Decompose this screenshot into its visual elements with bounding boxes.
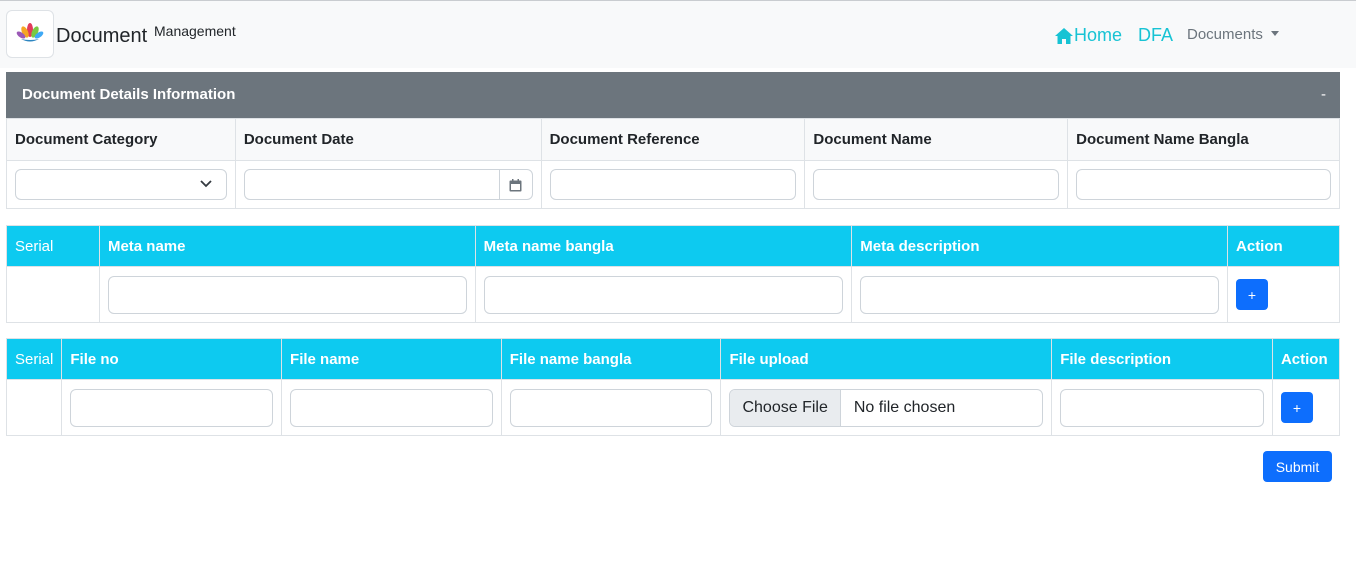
brand-name[interactable]: Document [56,25,147,48]
file-status-text: No file chosen [853,398,956,416]
chevron-down-icon [200,180,212,188]
add-file-button[interactable]: + [1280,392,1313,423]
document-date-input[interactable] [243,169,533,200]
document-category-select[interactable] [15,169,227,200]
lotus-logo-icon [16,23,44,42]
nav-dfa-link[interactable]: DFA [1138,25,1173,46]
table-row [6,160,1340,209]
meta-name-input[interactable] [107,275,467,314]
files-table: Serial File no File name File name bangl… [5,338,1341,436]
brand-subtitle: Management [154,23,236,39]
panel-title: Document Details Information [22,86,236,103]
header-document-reference: Document Reference [540,118,806,161]
header-meta-name: Meta name [98,225,476,267]
table-row: Choose File No file chosen + [5,379,1341,436]
choose-file-button[interactable]: Choose File [730,389,841,426]
header-file-description: File description [1051,338,1273,380]
calendar-button[interactable] [498,170,532,200]
header-meta-description: Meta description [851,225,1229,267]
nav-documents-dropdown[interactable]: Documents [1187,26,1279,43]
header-document-name: Document Name [804,118,1069,161]
calendar-icon [509,178,522,191]
header-document-category: Document Category [6,118,236,161]
header-file-upload: File upload [720,338,1053,380]
document-name-bangla-input[interactable] [1076,169,1331,200]
table-header-row: Serial File no File name File name bangl… [5,338,1341,380]
file-no-input[interactable] [70,388,274,427]
header-serial: Serial [5,338,63,380]
file-upload-input[interactable]: Choose File No file chosen [729,388,1044,427]
document-details-table: Document Category Document Date Document… [6,118,1340,209]
logo[interactable] [6,10,54,58]
file-name-input[interactable] [290,388,493,427]
file-description-input[interactable] [1060,388,1264,427]
header-document-name-bangla: Document Name Bangla [1067,118,1340,161]
nav-home-link[interactable]: Home [1055,25,1122,46]
submit-button[interactable]: Submit [1263,451,1332,482]
header-action: Action [1271,338,1341,380]
table-header-row: Document Category Document Date Document… [6,118,1340,161]
home-icon [1055,27,1073,44]
nav-home-label: Home [1074,25,1123,45]
header-file-name: File name [281,338,502,380]
meta-name-bangla-input[interactable] [483,275,844,314]
file-name-bangla-input[interactable] [509,388,713,427]
header-file-name-bangla: File name bangla [500,338,722,380]
serial-cell [5,379,63,436]
collapse-toggle[interactable]: - [1321,86,1326,103]
header-serial: Serial [6,225,100,267]
serial-cell [6,266,100,323]
header-meta-name-bangla: Meta name bangla [474,225,853,267]
header-document-date: Document Date [234,118,542,161]
caret-down-icon [1270,31,1279,36]
navbar: Document Management Home DFA Documents [0,0,1356,68]
add-meta-button[interactable]: + [1236,279,1269,310]
document-name-input[interactable] [813,169,1060,200]
nav-documents-label: Documents [1187,26,1263,43]
panel-header: Document Details Information - [6,72,1340,118]
table-header-row: Serial Meta name Meta name bangla Meta d… [6,225,1340,267]
document-reference-input[interactable] [549,169,797,200]
table-row: + [6,266,1340,323]
header-action: Action [1227,225,1340,267]
meta-table: Serial Meta name Meta name bangla Meta d… [6,225,1340,323]
meta-description-input[interactable] [860,275,1220,314]
header-file-no: File no [61,338,283,380]
